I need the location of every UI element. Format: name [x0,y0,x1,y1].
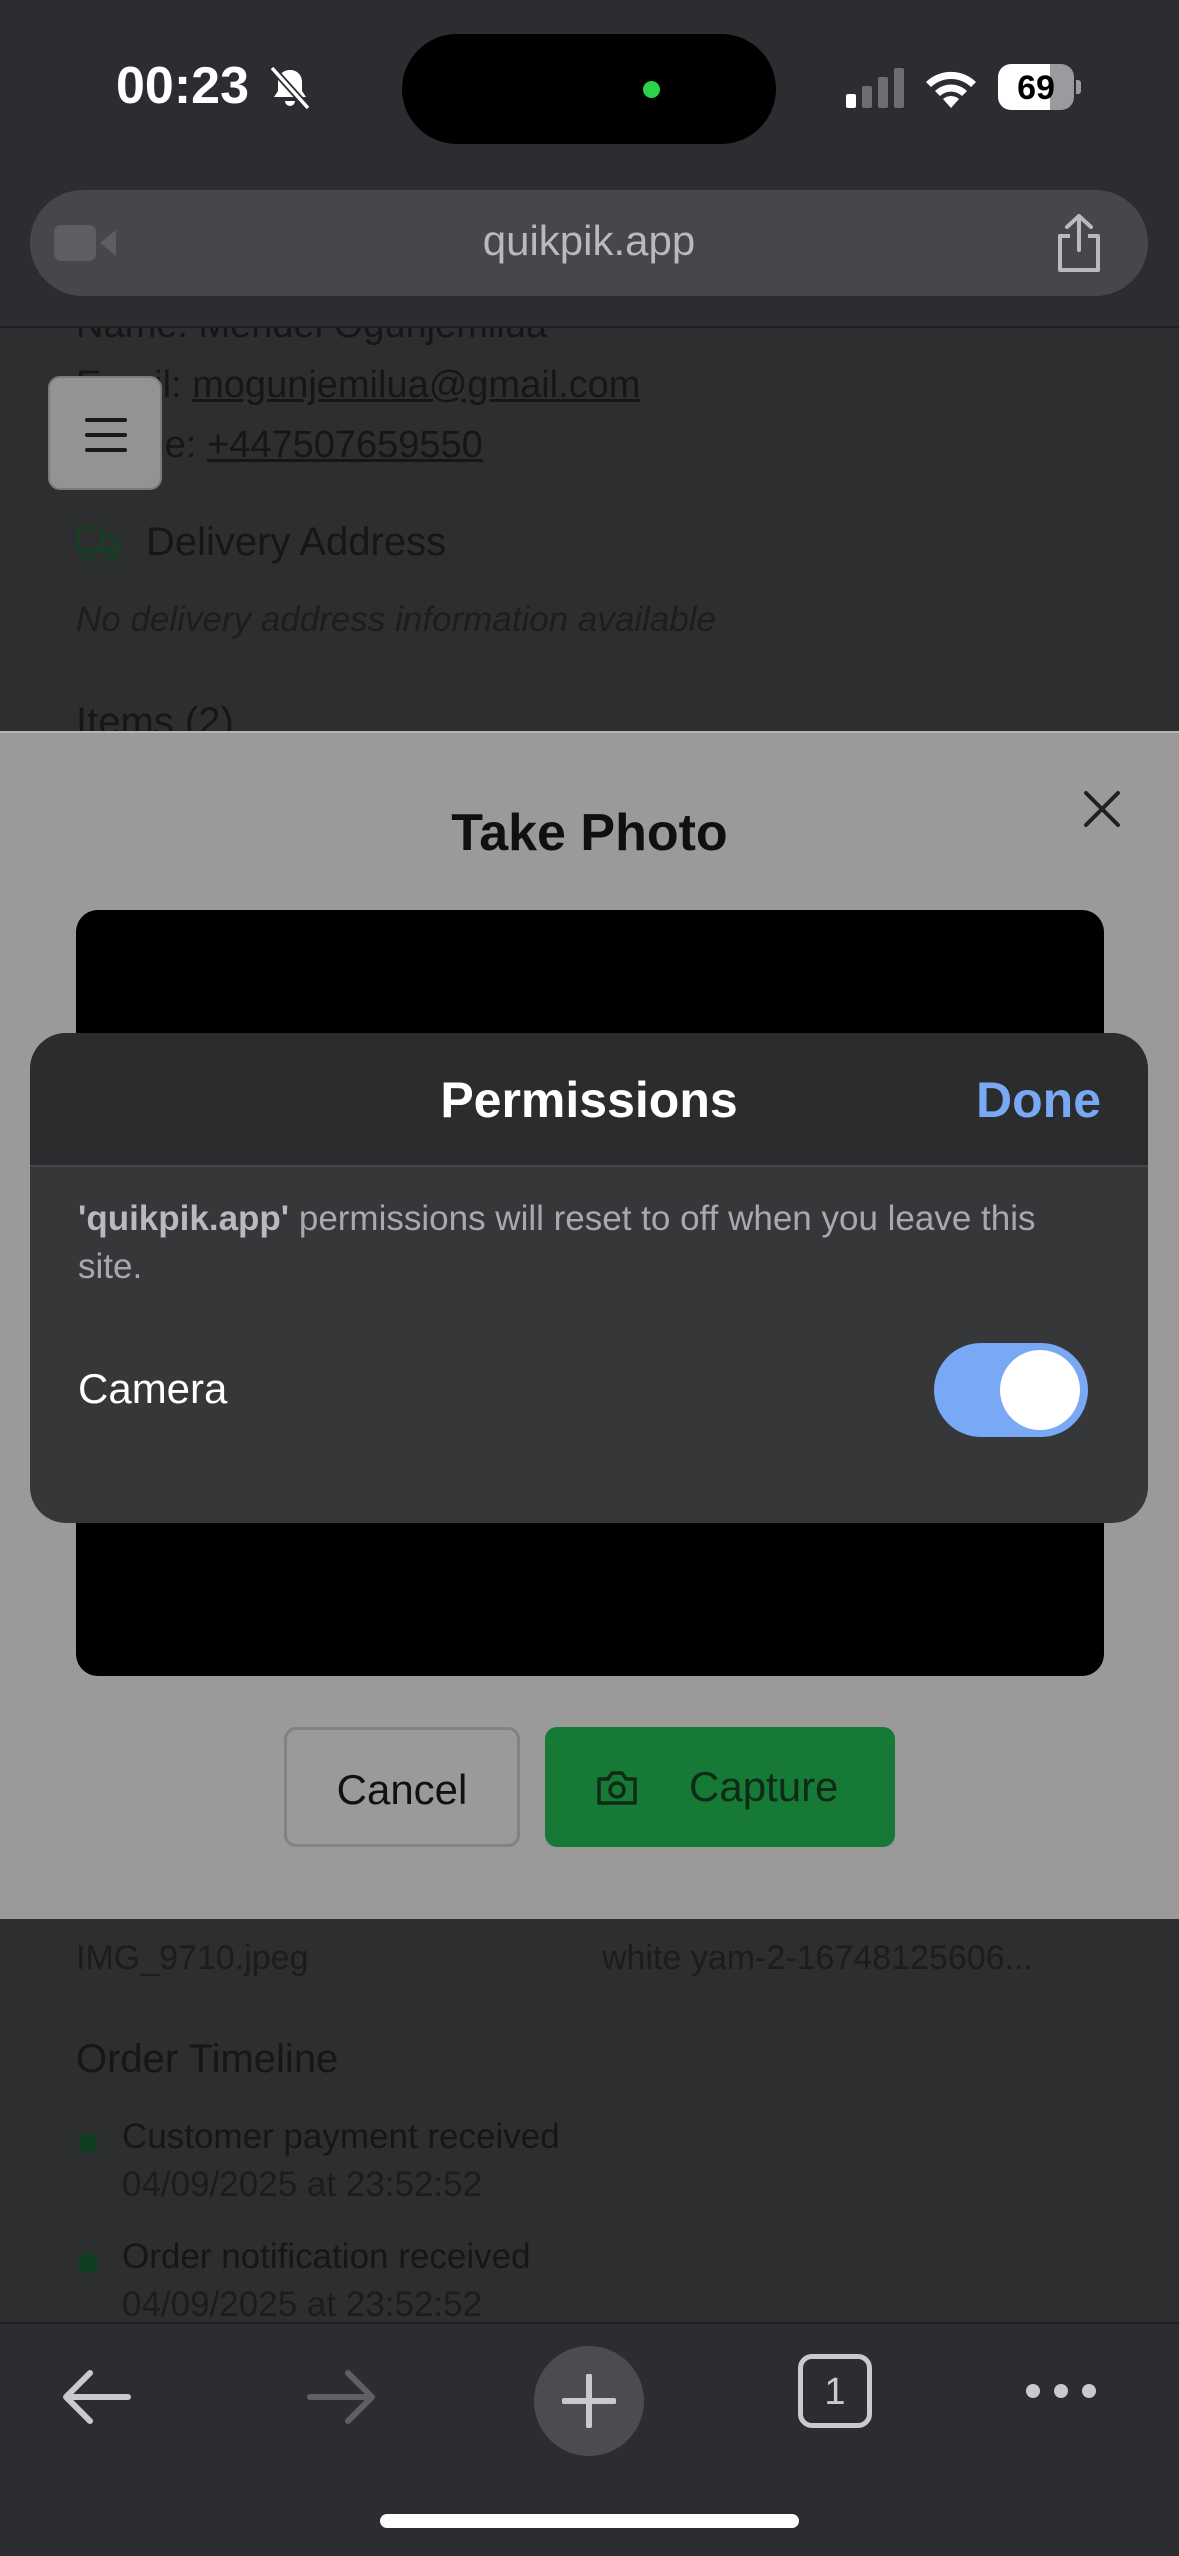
address-bar[interactable]: quikpik.app [30,190,1148,296]
camera-icon [597,1771,637,1805]
customer-name: Name: Mehdel Ogunjemilua [76,328,547,347]
email-link[interactable]: mogunjemilua@gmail.com [192,364,640,406]
toggle-knob [1000,1350,1080,1430]
truck-icon [76,526,121,561]
permissions-sheet: Permissions Done 'quikpik.app' permissio… [30,1033,1148,1523]
battery-icon: 69 [998,64,1081,110]
home-indicator [380,2514,799,2528]
more-icon[interactable] [1024,2376,1098,2406]
attachment-filename: IMG_9710.jpeg [76,1939,309,1977]
status-bar: 00:23 69 [0,0,1179,180]
delivery-empty-text: No delivery address information availabl… [76,600,717,639]
battery-percent: 69 [1017,69,1055,107]
dynamic-island [402,34,776,144]
timeline-dot [78,2133,98,2153]
tabs-count: 1 [824,2371,846,2413]
timeline-event: Customer payment received [122,2117,560,2156]
capture-button[interactable]: Capture [545,1727,895,1847]
phone-link[interactable]: +447507659550 [207,424,483,466]
bell-slash-icon [269,65,311,111]
plus-icon [562,2374,616,2428]
done-button[interactable]: Done [976,1071,1101,1129]
modal-title: Take Photo [451,804,728,862]
cancel-button[interactable]: Cancel [284,1727,520,1847]
menu-button[interactable] [48,376,162,490]
url-text[interactable]: quikpik.app [30,217,1148,265]
delivery-heading: Delivery Address [146,520,447,564]
order-page-lower: IMG_9710.jpeg white yam-2-16748125606...… [0,1919,1179,2324]
screen: 00:23 69 quikpik.app mogunjemilua@gmail.… [0,0,1179,2556]
camera-permission-toggle[interactable] [934,1343,1088,1437]
new-tab-button[interactable] [534,2346,644,2456]
attachment-product: white yam-2-16748125606... [602,1939,1033,1977]
permissions-header: Permissions Done [30,1033,1148,1165]
timeline-heading: Order Timeline [76,2037,339,2081]
camera-in-use-dot [643,81,660,98]
capture-label: Capture [689,1763,839,1810]
status-time: 00:23 [116,57,249,115]
timeline-time: 04/09/2025 at 23:52:52 [122,2285,483,2324]
permissions-divider [30,1165,1148,1167]
camera-permission-label: Camera [78,1365,228,1412]
tabs-button[interactable]: 1 [798,2354,872,2428]
back-arrow-icon[interactable] [58,2366,132,2428]
timeline-time: 04/09/2025 at 23:52:52 [122,2165,483,2204]
permissions-note: 'quikpik.app' permissions will reset to … [78,1195,1098,1291]
forward-arrow-icon[interactable] [306,2366,380,2428]
timeline-dot [78,2253,98,2273]
permissions-site: 'quikpik.app' [78,1199,290,1238]
timeline-event: Order notification received [122,2237,531,2276]
share-icon[interactable] [1050,212,1108,274]
wifi-icon [926,71,976,108]
cancel-label: Cancel [336,1766,468,1813]
hamburger-icon [85,418,127,452]
signal-icon [846,68,904,108]
